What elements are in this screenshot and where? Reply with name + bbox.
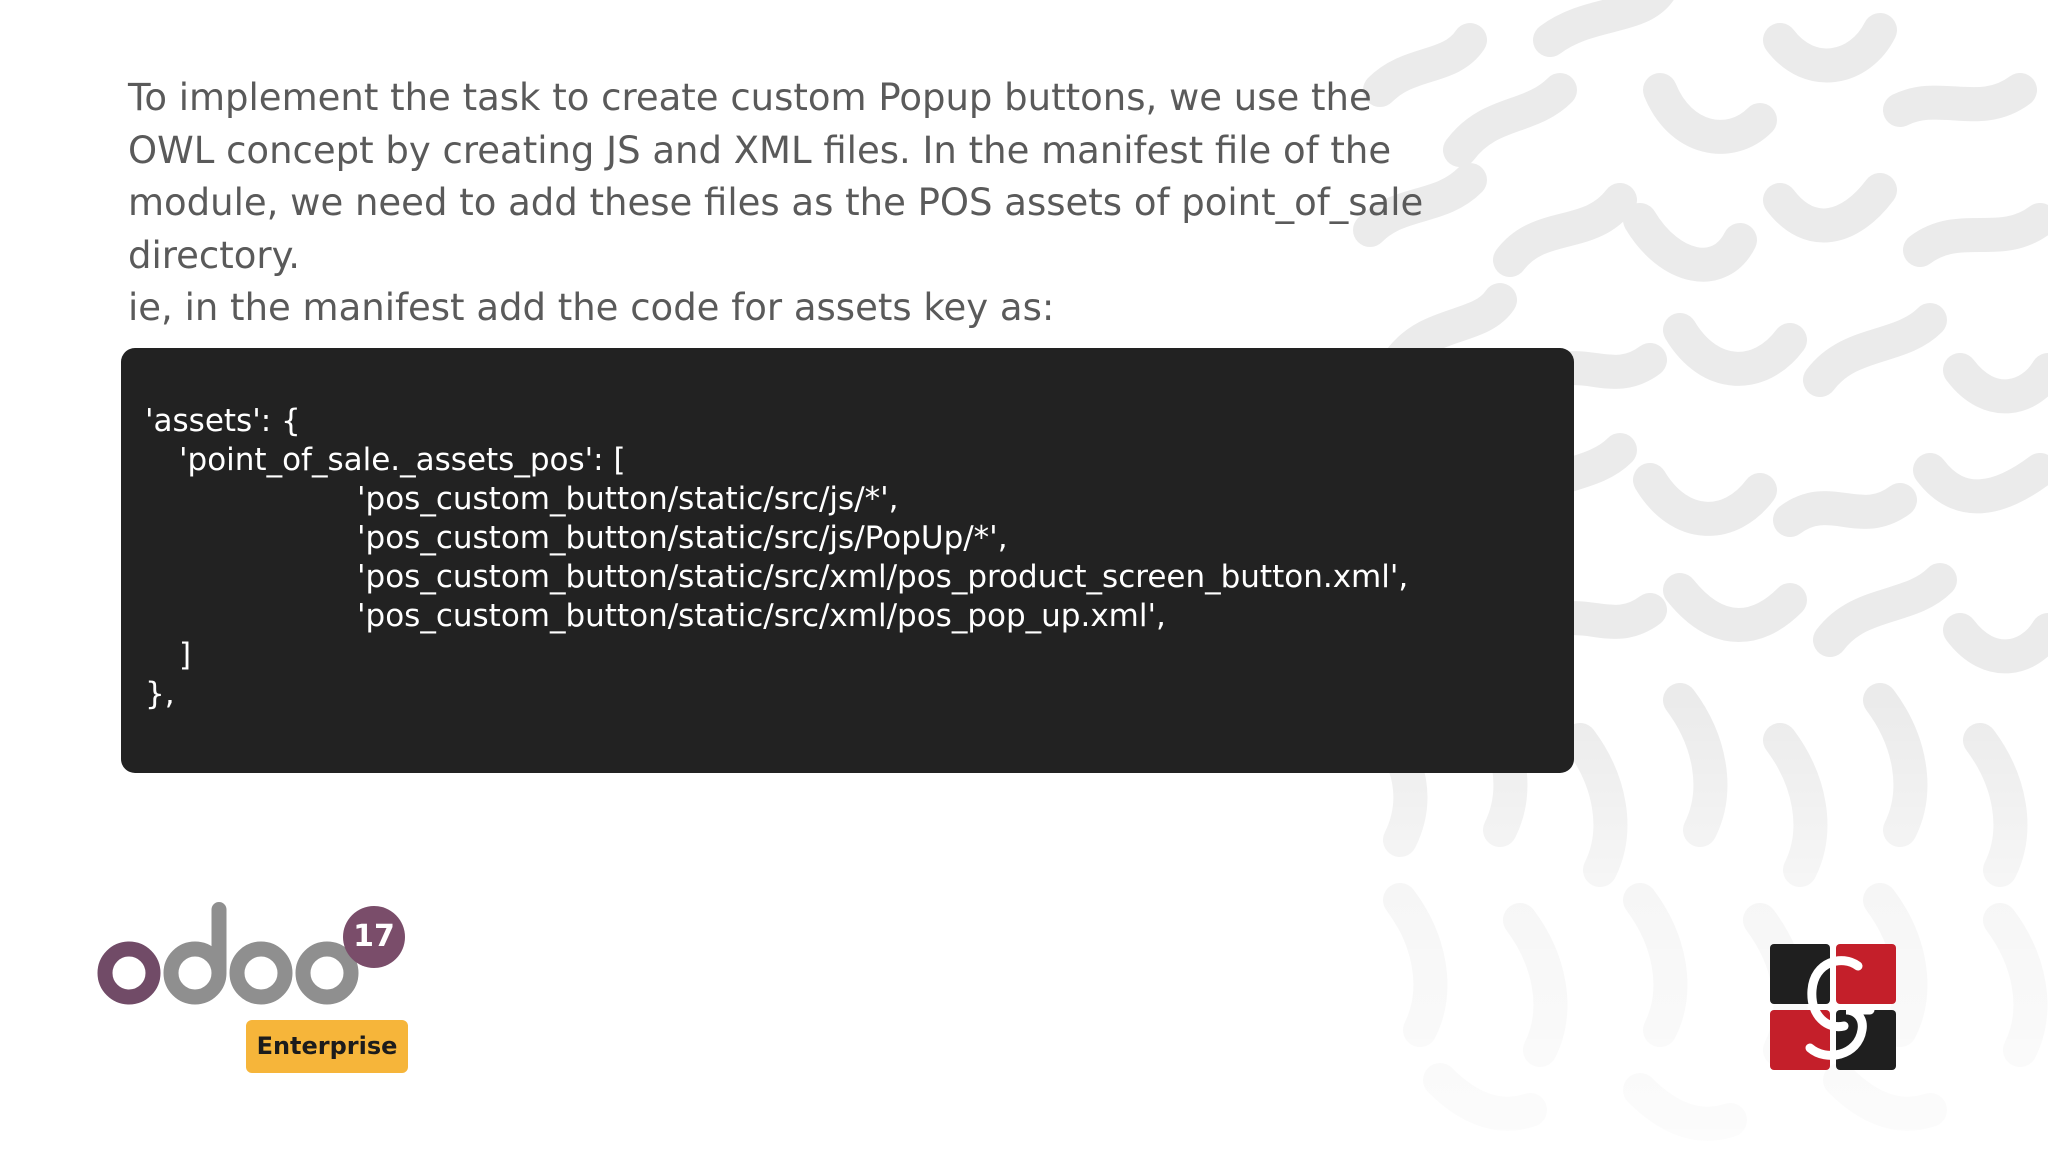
enterprise-badge: Enterprise <box>246 1020 408 1073</box>
code-line: 'pos_custom_button/static/src/js/*', <box>357 481 899 517</box>
code-line: 'pos_custom_button/static/src/xml/pos_po… <box>357 598 1166 634</box>
intro-line: To implement the task to create custom P… <box>128 76 1372 119</box>
code-line: 'pos_custom_button/static/src/js/PopUp/*… <box>357 520 1008 556</box>
code-line: 'pos_custom_button/static/src/xml/pos_pr… <box>357 559 1409 595</box>
intro-line: directory. <box>128 233 301 277</box>
code-line: 'assets': { <box>145 403 301 439</box>
code-line: }, <box>145 676 175 712</box>
code-line: 'point_of_sale._assets_pos': [ <box>179 442 626 478</box>
slide: To implement the task to create custom P… <box>0 0 2048 1152</box>
intro-text: To implement the task to create custom P… <box>128 72 1428 335</box>
odoo-version-badge: 17 <box>343 906 405 968</box>
intro-line: OWL concept by creating JS and XML files… <box>128 128 1392 172</box>
code-line: ] <box>179 637 192 673</box>
intro-line: module, we need to add these files as th… <box>128 181 1424 224</box>
intro-line: ie, in the manifest add the code for ass… <box>128 286 1055 329</box>
cybrosys-logo-icon <box>1770 944 1896 1070</box>
code-block: 'assets': { 'point_of_sale._assets_pos':… <box>121 348 1574 773</box>
